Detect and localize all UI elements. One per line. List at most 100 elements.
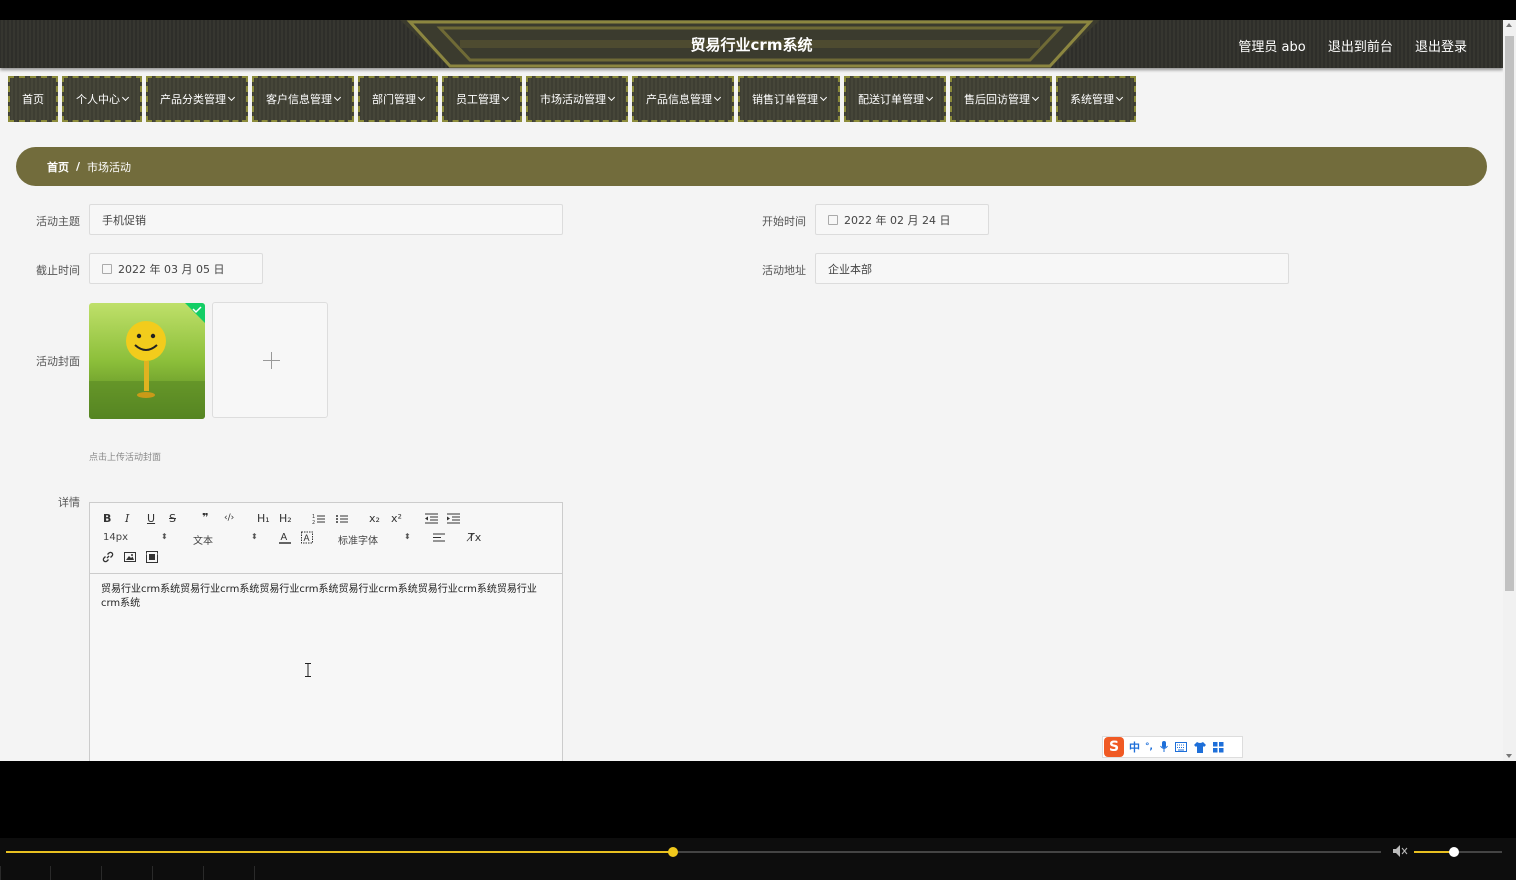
select-arrows-icon: ⬍ xyxy=(161,532,168,541)
player-control-slot[interactable] xyxy=(203,866,253,880)
chevron-down-icon xyxy=(925,93,934,102)
header-links: 管理员 abo 退出到前台 退出登录 xyxy=(1220,36,1467,55)
chevron-down-icon xyxy=(819,93,828,102)
nav-item[interactable]: 部门管理 xyxy=(358,76,438,122)
player-control-slot[interactable] xyxy=(254,866,304,880)
editor-content[interactable]: 贸易行业crm系统贸易行业crm系统贸易行业crm系统贸易行业crm系统贸易行业… xyxy=(101,583,551,611)
bullet-list-icon[interactable] xyxy=(335,513,349,525)
nav-item-label: 市场活动管理 xyxy=(540,93,606,106)
volume-track[interactable] xyxy=(1414,847,1502,857)
scroll-thumb[interactable] xyxy=(1505,36,1514,591)
font-size-select[interactable]: 14px ⬍ xyxy=(103,532,173,543)
nav-item[interactable]: 系统管理 xyxy=(1056,76,1136,122)
format-value: 文本 xyxy=(193,536,213,547)
nav-item[interactable]: 售后回访管理 xyxy=(950,76,1052,122)
vertical-scrollbar[interactable] xyxy=(1503,20,1516,761)
font-color-icon[interactable]: A xyxy=(279,531,291,544)
nav-item[interactable]: 员工管理 xyxy=(442,76,522,122)
chevron-down-icon xyxy=(501,93,510,102)
scroll-up-icon[interactable] xyxy=(1506,23,1512,27)
code-block-button[interactable]: ‹/› xyxy=(224,513,234,523)
nav-item[interactable]: 个人中心 xyxy=(62,76,142,122)
nav-item[interactable]: 产品分类管理 xyxy=(146,76,248,122)
image-icon[interactable] xyxy=(124,551,136,563)
keyboard-icon[interactable] xyxy=(1174,742,1187,752)
format-select[interactable]: 文本 ⬍ xyxy=(193,532,263,547)
player-control-slot[interactable] xyxy=(0,866,50,880)
breadcrumb-separator: / xyxy=(76,160,81,173)
superscript-button[interactable]: x² xyxy=(391,512,402,525)
underline-button[interactable]: U xyxy=(147,512,155,525)
italic-button[interactable]: I xyxy=(125,512,129,525)
progress-knob[interactable] xyxy=(667,847,678,857)
calendar-icon xyxy=(828,214,838,225)
player-control-slot[interactable] xyxy=(152,866,202,880)
upload-add-button[interactable] xyxy=(212,302,328,418)
address-input[interactable]: 企业本部 xyxy=(815,253,1289,284)
breadcrumb-home[interactable]: 首页 xyxy=(47,159,69,175)
address-label: 活动地址 xyxy=(762,264,806,277)
nav-item-label: 客户信息管理 xyxy=(266,93,332,106)
svg-text:2: 2 xyxy=(312,520,315,525)
cover-thumbnail[interactable] xyxy=(89,303,205,419)
nav-item[interactable]: 首页 xyxy=(8,76,58,122)
nav-item-label: 产品分类管理 xyxy=(160,93,226,106)
clear-format-button[interactable]: T̸x xyxy=(468,531,481,544)
svg-text:A: A xyxy=(304,533,310,543)
end-time-input[interactable]: 2022 年 03 月 05 日 xyxy=(89,253,263,284)
outdent-icon[interactable] xyxy=(425,513,439,525)
scroll-down-icon[interactable] xyxy=(1506,754,1512,758)
nav-item-label: 系统管理 xyxy=(1070,93,1114,106)
nav-item[interactable]: 销售订单管理 xyxy=(738,76,840,122)
breadcrumb-current: 市场活动 xyxy=(87,160,132,174)
volume-icon[interactable] xyxy=(1392,844,1408,858)
player-control-slot[interactable] xyxy=(50,866,100,880)
nav-item[interactable]: 市场活动管理 xyxy=(526,76,628,122)
background-color-icon[interactable]: A xyxy=(301,531,313,544)
progress-track[interactable] xyxy=(6,847,1381,857)
nav-item[interactable]: 客户信息管理 xyxy=(252,76,354,122)
logout-link[interactable]: 退出登录 xyxy=(1415,40,1467,55)
subscript-button[interactable]: x₂ xyxy=(369,512,380,525)
microphone-icon[interactable] xyxy=(1160,741,1168,753)
indent-icon[interactable] xyxy=(447,513,461,525)
calendar-icon xyxy=(102,263,112,274)
top-header: 贸易行业crm系统 管理员 abo 退出到前台 退出登录 xyxy=(0,20,1503,68)
nav-item-label: 配送订单管理 xyxy=(858,93,924,106)
align-icon[interactable] xyxy=(433,533,446,543)
text-cursor-icon xyxy=(305,663,311,677)
rich-text-editor: B I U S ❞ ‹/› H₁ H₂ 12 x₂ x² 14px ⬍ 文本 ⬍… xyxy=(89,502,563,761)
ime-toolbar[interactable]: S 中 °, xyxy=(1102,736,1243,758)
sogou-logo: S xyxy=(1104,737,1124,757)
link-icon[interactable] xyxy=(102,551,114,563)
topic-input[interactable]: 手机促销 xyxy=(89,204,563,235)
strike-button[interactable]: S xyxy=(169,512,176,525)
svg-text:A: A xyxy=(281,532,288,543)
ime-mode[interactable]: 中 xyxy=(1129,739,1140,755)
heading1-button[interactable]: H₁ xyxy=(257,512,270,525)
ordered-list-icon[interactable]: 12 xyxy=(312,513,326,525)
nav-item-label: 部门管理 xyxy=(372,93,416,106)
select-arrows-icon: ⬍ xyxy=(404,532,411,541)
player-control-slot[interactable] xyxy=(101,866,151,880)
nav-item-label: 售后回访管理 xyxy=(964,93,1030,106)
start-time-label: 开始时间 xyxy=(762,215,806,228)
nav-item[interactable]: 产品信息管理 xyxy=(632,76,734,122)
skin-shirt-icon[interactable] xyxy=(1193,741,1206,753)
browser-viewport: 贸易行业crm系统 管理员 abo 退出到前台 退出登录 首页 个人中心 产品分类管… xyxy=(0,20,1516,761)
nav-item-label: 首页 xyxy=(22,93,44,106)
font-family-select[interactable]: 标准字体 ⬍ xyxy=(338,532,418,547)
bold-button[interactable]: B xyxy=(103,512,111,525)
blockquote-button[interactable]: ❞ xyxy=(202,511,208,524)
heading2-button[interactable]: H₂ xyxy=(279,512,292,525)
start-time-input[interactable]: 2022 年 02 月 24 日 xyxy=(815,204,989,235)
progress-fill xyxy=(6,851,673,853)
back-to-front-link[interactable]: 退出到前台 xyxy=(1328,40,1393,55)
chevron-down-icon xyxy=(227,93,236,102)
nav-item[interactable]: 配送订单管理 xyxy=(844,76,946,122)
chevron-down-icon xyxy=(121,93,130,102)
toolbox-grid-icon[interactable] xyxy=(1212,741,1224,753)
ime-punctuation[interactable]: °, xyxy=(1145,742,1153,752)
volume-knob[interactable] xyxy=(1448,847,1459,857)
video-icon[interactable] xyxy=(146,551,158,563)
